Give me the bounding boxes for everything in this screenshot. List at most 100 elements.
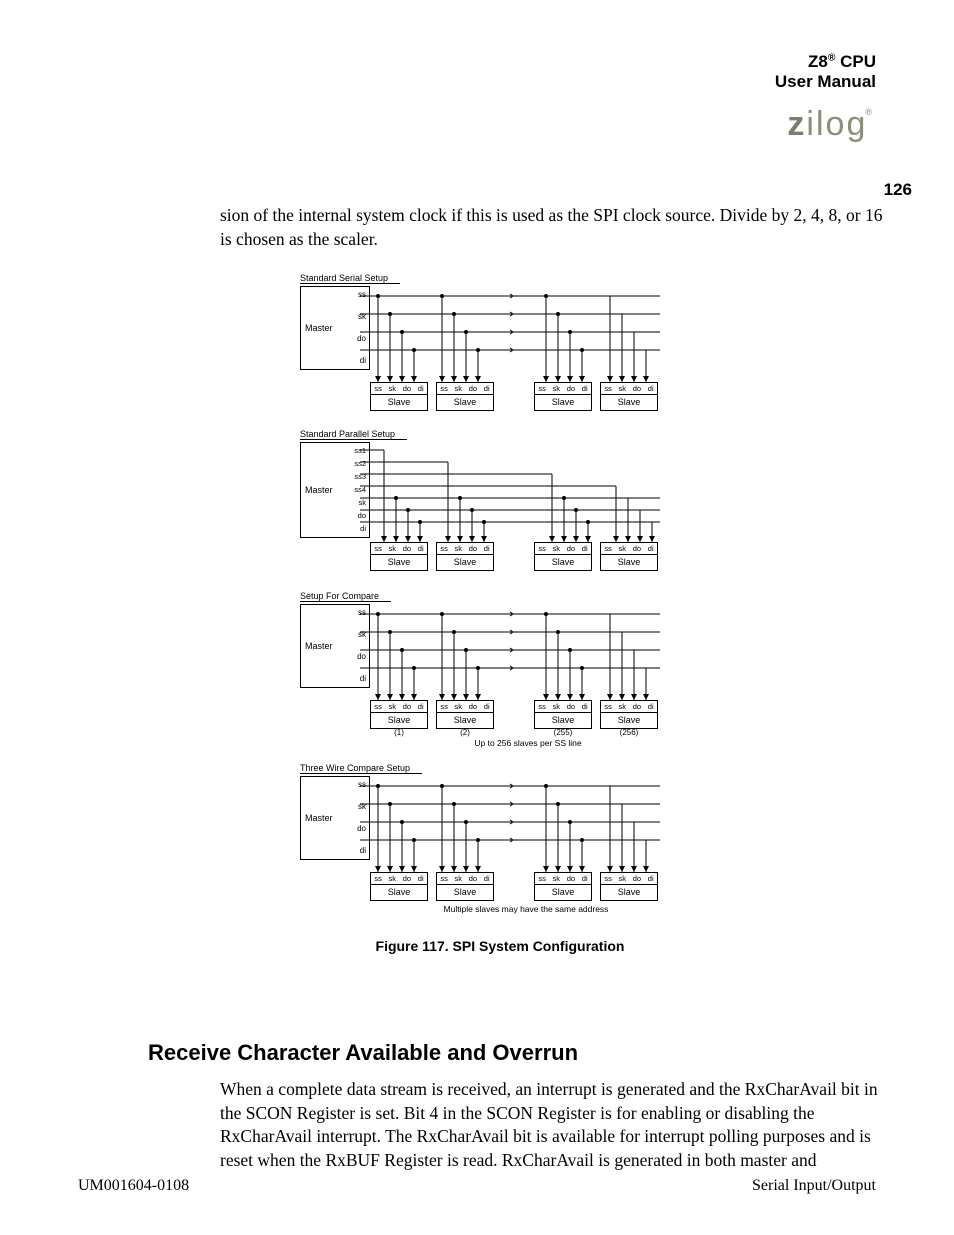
slave-box: ssskdodiSlave bbox=[600, 872, 658, 901]
logo-row: zilog® bbox=[775, 105, 876, 144]
sp: do bbox=[469, 702, 477, 711]
sp: sk bbox=[619, 874, 627, 883]
sp: di bbox=[418, 384, 424, 393]
sp: ss bbox=[374, 874, 382, 883]
sp: ss bbox=[538, 874, 546, 883]
figure-caption: Figure 117. SPI System Configuration bbox=[240, 938, 760, 954]
sp: di bbox=[582, 702, 588, 711]
page-footer: UM001604-0108 Serial Input/Output bbox=[78, 1177, 876, 1195]
sp: ss bbox=[604, 702, 612, 711]
logo-z: z bbox=[787, 105, 806, 143]
slave-box: ssskdodiSlave bbox=[534, 542, 592, 571]
sp: ss bbox=[604, 384, 612, 393]
sp: ss bbox=[374, 544, 382, 553]
sp: sk bbox=[455, 384, 463, 393]
sp: ss bbox=[604, 544, 612, 553]
sp: di bbox=[648, 544, 654, 553]
slave-sub-2: (2) bbox=[437, 728, 493, 737]
slave-sub-255: (255) bbox=[535, 728, 591, 737]
sp: sk bbox=[455, 702, 463, 711]
sp: sk bbox=[553, 544, 561, 553]
slave-box: ssskdodiSlave bbox=[600, 542, 658, 571]
sp: do bbox=[633, 702, 641, 711]
slave-label: Slave bbox=[535, 713, 591, 728]
slave-box: ssskdodi Slave bbox=[600, 382, 658, 411]
setup2-title: Standard Parallel Setup bbox=[300, 429, 407, 440]
slave-label: Slave bbox=[371, 713, 427, 728]
product-line-1: Z8® CPU bbox=[775, 52, 876, 72]
slave-box: ssskdodiSlave(1) bbox=[370, 700, 428, 729]
slaves-row-1: ssskdodi Slave ssskdodi Slave ssskdodi S… bbox=[370, 382, 658, 411]
slave-label: Slave bbox=[371, 885, 427, 900]
slave-label: Slave bbox=[437, 885, 493, 900]
sp: di bbox=[418, 544, 424, 553]
master-label-1: Master bbox=[305, 323, 333, 333]
sp: do bbox=[567, 544, 575, 553]
slave-label: Slave bbox=[535, 395, 591, 410]
slave-sub-256: (256) bbox=[601, 728, 657, 737]
sp: di bbox=[418, 874, 424, 883]
slave-label: Slave bbox=[601, 555, 657, 570]
setup-standard-serial: Standard Serial Setup Master ss sk do di bbox=[300, 268, 700, 418]
sp: ss bbox=[440, 702, 448, 711]
sp: do bbox=[469, 874, 477, 883]
sp: di bbox=[484, 874, 490, 883]
sp: sk bbox=[553, 874, 561, 883]
setup-for-compare: Setup For Compare Master ss sk do di bbox=[300, 586, 700, 752]
sp: sk bbox=[619, 544, 627, 553]
sp: sk bbox=[619, 702, 627, 711]
sp: di bbox=[648, 384, 654, 393]
slave-label: Slave bbox=[437, 713, 493, 728]
slaves-row-3: ssskdodiSlave(1) ssskdodiSlave(2) ssskdo… bbox=[370, 700, 658, 729]
setup-three-wire-compare: Three Wire Compare Setup Master ss sk do… bbox=[300, 758, 700, 924]
slave-box: ssskdodiSlave(256) bbox=[600, 700, 658, 729]
product-line-2: User Manual bbox=[775, 72, 876, 92]
sp: di bbox=[484, 702, 490, 711]
page-header: Z8® CPU User Manual zilog® 126 bbox=[775, 52, 876, 144]
sp: di bbox=[418, 702, 424, 711]
sp: ss bbox=[538, 702, 546, 711]
setup1-title: Standard Serial Setup bbox=[300, 273, 400, 284]
sp: do bbox=[633, 384, 641, 393]
sp: sk bbox=[553, 384, 561, 393]
slave-label: Slave bbox=[371, 395, 427, 410]
slave-sub-1: (1) bbox=[371, 728, 427, 737]
sp: do bbox=[403, 544, 411, 553]
logo-rest: ilog bbox=[806, 105, 867, 143]
sp: do bbox=[469, 384, 477, 393]
sp: do bbox=[567, 874, 575, 883]
sp: sk bbox=[455, 544, 463, 553]
slave-label: Slave bbox=[371, 555, 427, 570]
footer-left: UM001604-0108 bbox=[78, 1177, 189, 1195]
sp: di bbox=[484, 544, 490, 553]
sp: sk bbox=[389, 874, 397, 883]
slave-label: Slave bbox=[535, 555, 591, 570]
setup3-title: Setup For Compare bbox=[300, 591, 391, 602]
slave-label: Slave bbox=[601, 885, 657, 900]
slaves-row-2: ssskdodiSlave ssskdodiSlave ssskdodiSlav… bbox=[370, 542, 658, 571]
mid-note-4: Multiple slaves may have the same addres… bbox=[396, 904, 656, 914]
footer-right: Serial Input/Output bbox=[752, 1177, 876, 1195]
sp: do bbox=[567, 702, 575, 711]
sp: ss bbox=[538, 384, 546, 393]
sp: di bbox=[582, 874, 588, 883]
sp: do bbox=[567, 384, 575, 393]
sp: do bbox=[469, 544, 477, 553]
sp: di bbox=[648, 702, 654, 711]
slave-box: ssskdodiSlave bbox=[370, 872, 428, 901]
page-number: 126 bbox=[884, 180, 912, 200]
sp: do bbox=[633, 874, 641, 883]
section-heading: Receive Character Available and Overrun bbox=[148, 1040, 578, 1066]
zilog-logo: zilog® bbox=[787, 105, 876, 144]
sp: di bbox=[648, 874, 654, 883]
sp: ss bbox=[440, 384, 448, 393]
slave-box: ssskdodi Slave bbox=[370, 382, 428, 411]
master-label-3: Master bbox=[305, 641, 333, 651]
slave-label: Slave bbox=[601, 713, 657, 728]
sp: ss bbox=[538, 544, 546, 553]
sp: ss bbox=[374, 702, 382, 711]
slave-box: ssskdodiSlave bbox=[436, 872, 494, 901]
master-label-2: Master bbox=[305, 485, 333, 495]
sp: sk bbox=[389, 384, 397, 393]
figure-spi-config: Standard Serial Setup Master ss sk do di bbox=[300, 268, 700, 954]
